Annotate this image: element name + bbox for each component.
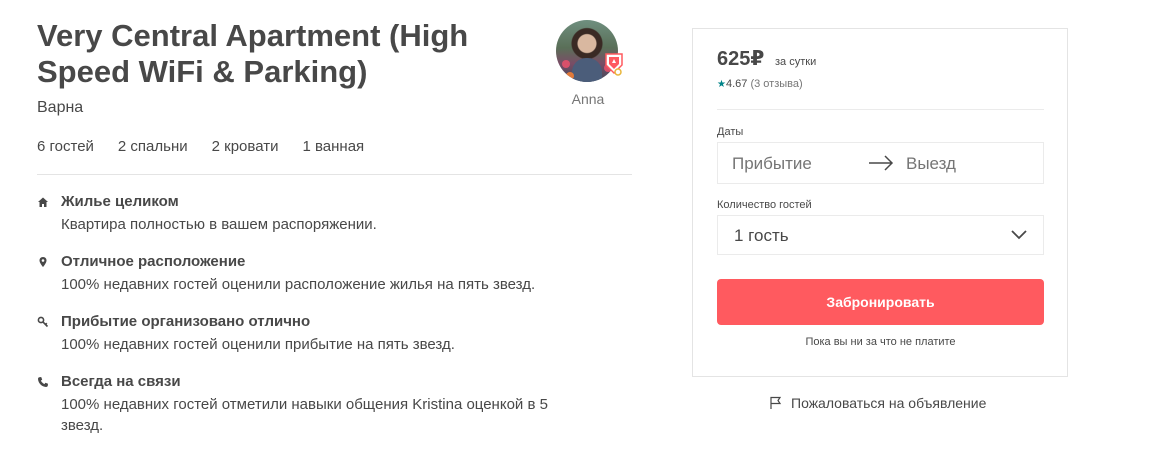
checkin-input[interactable]: Прибытие <box>732 154 812 174</box>
feature-title: Прибытие организовано отлично <box>61 313 311 330</box>
avatar-figure <box>572 58 602 82</box>
feature-title: Отличное расположение <box>61 253 246 270</box>
listing-specs: 6 гостей 2 спальни 2 кровати 1 ванная <box>37 138 388 155</box>
book-button[interactable]: Забронировать <box>717 279 1044 325</box>
spec-beds: 2 кровати <box>211 138 279 155</box>
card-divider <box>717 109 1044 110</box>
avatar-decor <box>566 72 574 80</box>
feature-desc: 100% недавних гостей оценили прибытие на… <box>61 336 455 353</box>
spec-baths: 1 ванная <box>302 138 365 155</box>
section-divider <box>37 174 632 175</box>
phone-icon <box>38 377 48 387</box>
key-icon <box>37 316 49 328</box>
report-listing-link[interactable]: Пожаловаться на объявление <box>769 395 986 411</box>
price-unit: за сутки <box>775 56 817 68</box>
host-name[interactable]: Anna <box>556 91 620 107</box>
booking-card: 625₽ за сутки ★4.67 (3 отзыва) Даты Приб… <box>692 28 1068 377</box>
superhost-badge-icon <box>605 53 623 76</box>
guests-value: 1 гость <box>734 226 789 245</box>
rating[interactable]: ★4.67 (3 отзыва) <box>717 78 803 90</box>
feature-desc: 100% недавних гостей оценили расположени… <box>61 276 536 293</box>
payment-note: Пока вы ни за что не платите <box>805 336 956 348</box>
checkout-input[interactable]: Выезд <box>906 154 956 174</box>
map-pin-icon <box>39 257 47 267</box>
spec-bedrooms: 2 спальни <box>117 138 188 155</box>
avatar-decor <box>562 60 570 68</box>
feature-desc: 100% недавних гостей отметили навыки общ… <box>61 396 548 434</box>
guests-select[interactable]: 1 гость <box>717 215 1044 255</box>
home-icon <box>38 197 48 207</box>
reviews-count[interactable]: (3 отзыва) <box>750 78 802 90</box>
feature-title: Жилье целиком <box>61 193 179 210</box>
listing-city: Варна <box>37 99 84 116</box>
listing-page: Very Central Apartment (High Speed WiFi … <box>0 0 1150 451</box>
feature-desc: Квартира полностью в вашем распоряжении. <box>61 216 377 233</box>
flag-icon <box>770 396 782 409</box>
star-icon: ★ <box>717 79 726 90</box>
spec-guests: 6 гостей <box>37 138 94 155</box>
chevron-down-icon <box>1011 230 1027 240</box>
listing-title: Very Central Apartment (High Speed WiFi … <box>37 18 469 89</box>
report-label[interactable]: Пожаловаться на объявление <box>791 395 986 411</box>
dates-label: Даты <box>717 126 744 138</box>
rating-value: 4.67 <box>725 78 748 90</box>
feature-title: Всегда на связи <box>61 373 181 390</box>
guests-label: Количество гостей <box>717 199 812 211</box>
dates-picker: Прибытие Выезд <box>717 142 1044 184</box>
price: 625₽ <box>717 48 765 70</box>
arrow-right-icon <box>869 155 894 171</box>
